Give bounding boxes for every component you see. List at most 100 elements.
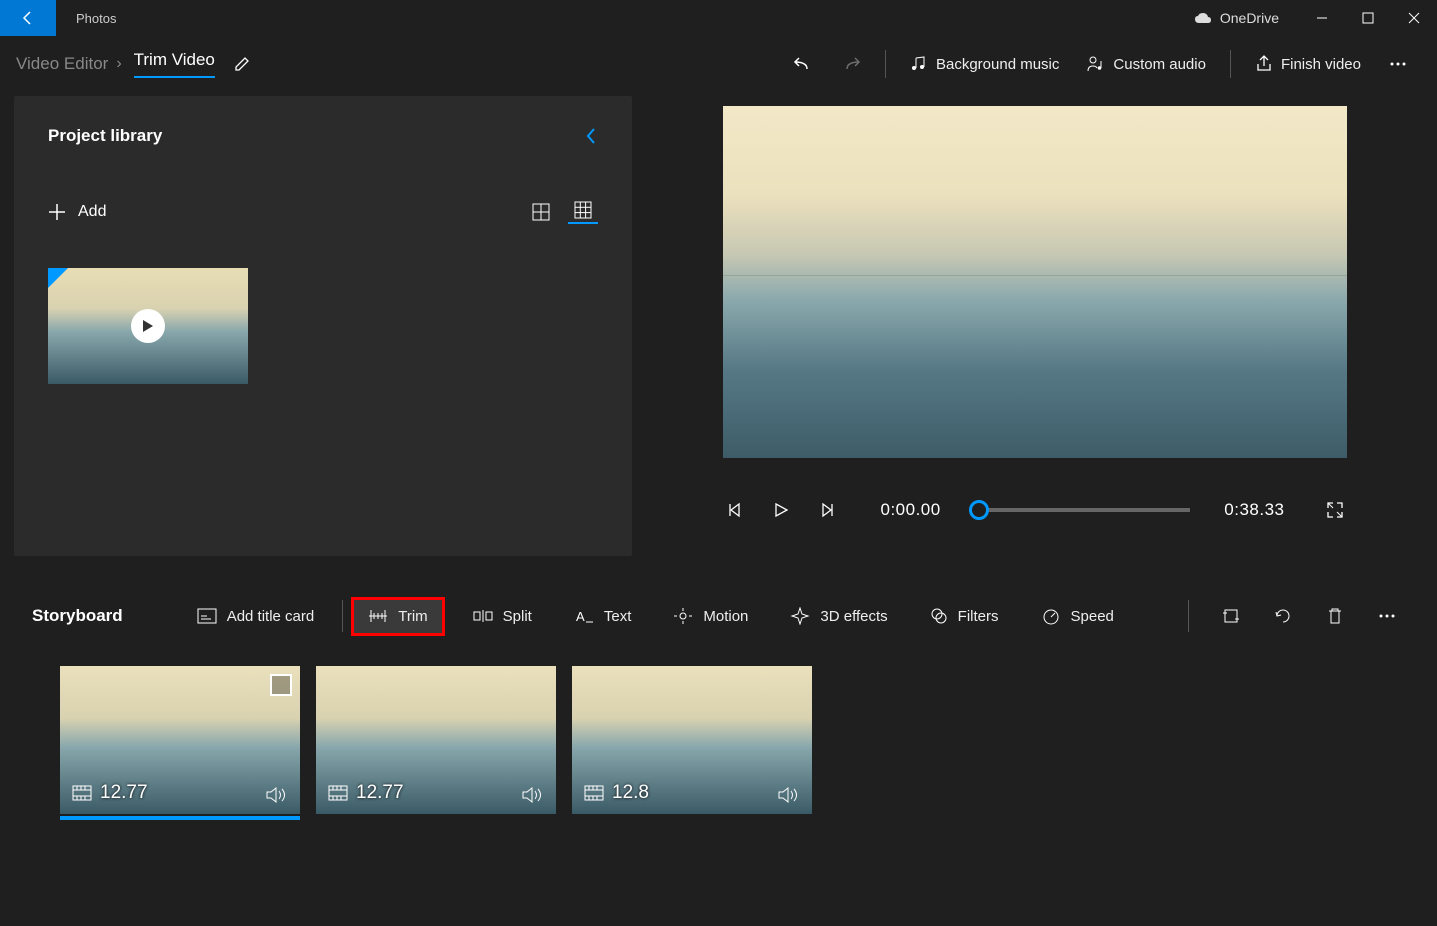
- trash-icon: [1327, 607, 1343, 625]
- undo-icon: [793, 54, 813, 74]
- svg-text:A: A: [576, 609, 585, 624]
- finish-video-button[interactable]: Finish video: [1241, 44, 1375, 84]
- clip-duration: 12.77: [328, 782, 404, 804]
- add-title-card-button[interactable]: Add title card: [183, 600, 329, 633]
- split-icon: [473, 608, 493, 624]
- split-button[interactable]: Split: [459, 600, 546, 633]
- app-title: Photos: [76, 11, 116, 26]
- current-time: 0:00.00: [881, 500, 941, 520]
- clip-select-box[interactable]: [270, 674, 292, 696]
- back-button[interactable]: [0, 0, 56, 36]
- speed-icon: [1041, 607, 1061, 625]
- motion-icon: [673, 607, 693, 625]
- breadcrumb-current[interactable]: Trim Video: [134, 50, 215, 78]
- custom-audio-label: Custom audio: [1113, 56, 1206, 73]
- ellipsis-icon: [1378, 613, 1396, 619]
- volume-icon: [778, 786, 800, 804]
- seek-bar[interactable]: [975, 508, 1191, 512]
- grid-large-icon: [532, 203, 550, 221]
- clip-volume-button[interactable]: [266, 786, 288, 804]
- finish-video-label: Finish video: [1281, 56, 1361, 73]
- storyboard-clip[interactable]: 12.77: [60, 666, 300, 814]
- storyboard-more-button[interactable]: [1369, 598, 1405, 634]
- clip-duration: 12.77: [72, 782, 148, 804]
- background-music-label: Background music: [936, 56, 1059, 73]
- next-frame-button[interactable]: [815, 498, 839, 522]
- total-time: 0:38.33: [1224, 500, 1284, 520]
- skip-forward-icon: [819, 502, 835, 518]
- rotate-icon: [1274, 607, 1292, 625]
- title-bar: Photos OneDrive: [0, 0, 1437, 36]
- plus-icon: [48, 203, 66, 221]
- filters-icon: [930, 607, 948, 625]
- play-button[interactable]: [769, 498, 793, 522]
- undo-button[interactable]: [779, 44, 827, 84]
- chevron-left-icon: [584, 127, 598, 145]
- film-icon: [584, 785, 604, 801]
- text-icon: A: [574, 608, 594, 624]
- grid-small-icon: [574, 201, 592, 219]
- prev-frame-button[interactable]: [723, 498, 747, 522]
- rotate-button[interactable]: [1265, 598, 1301, 634]
- storyboard-clip[interactable]: 12.8: [572, 666, 812, 814]
- storyboard-clips: 12.77 12.77 12.8: [0, 648, 1437, 832]
- text-button[interactable]: A Text: [560, 600, 646, 633]
- export-icon: [1255, 55, 1273, 73]
- delete-button[interactable]: [1317, 598, 1353, 634]
- add-media-button[interactable]: Add: [48, 203, 106, 221]
- storyboard-toolbar: Storyboard Add title card Trim Split A T…: [0, 584, 1437, 648]
- preview-area: 0:00.00 0:38.33: [632, 96, 1437, 556]
- cloud-icon: [1194, 12, 1212, 24]
- seek-knob[interactable]: [969, 500, 989, 520]
- sparkle-icon: [790, 607, 810, 625]
- collapse-library-button[interactable]: [584, 127, 598, 145]
- film-icon: [328, 785, 348, 801]
- skip-back-icon: [727, 502, 743, 518]
- trim-icon: [368, 608, 388, 624]
- resize-button[interactable]: [1213, 598, 1249, 634]
- 3d-effects-button[interactable]: 3D effects: [776, 599, 901, 633]
- custom-audio-button[interactable]: Custom audio: [1073, 44, 1220, 84]
- clip-volume-button[interactable]: [522, 786, 544, 804]
- chevron-right-icon: ›: [116, 55, 121, 73]
- background-music-button[interactable]: Background music: [896, 44, 1073, 84]
- close-button[interactable]: [1391, 0, 1437, 36]
- pencil-icon: [233, 55, 251, 73]
- breadcrumb-root[interactable]: Video Editor: [16, 54, 108, 74]
- play-icon: [773, 502, 789, 518]
- person-music-icon: [1087, 55, 1105, 73]
- more-button[interactable]: [1375, 44, 1421, 84]
- trim-button[interactable]: Trim: [351, 597, 444, 636]
- title-card-icon: [197, 608, 217, 624]
- fullscreen-icon: [1326, 501, 1344, 519]
- minimize-button[interactable]: [1299, 0, 1345, 36]
- play-overlay-icon: [131, 309, 165, 343]
- speed-button[interactable]: Speed: [1027, 599, 1128, 633]
- storyboard-clip[interactable]: 12.77: [316, 666, 556, 814]
- ellipsis-icon: [1389, 61, 1407, 67]
- motion-button[interactable]: Motion: [659, 599, 762, 633]
- project-library-panel: Project library Add: [14, 96, 632, 556]
- film-icon: [72, 785, 92, 801]
- redo-button[interactable]: [827, 44, 875, 84]
- view-small-button[interactable]: [568, 200, 598, 224]
- filters-button[interactable]: Filters: [916, 599, 1013, 633]
- video-preview[interactable]: [723, 106, 1347, 458]
- video-corner-icon: [48, 268, 68, 288]
- redo-icon: [841, 54, 861, 74]
- storyboard-title: Storyboard: [32, 606, 123, 626]
- edit-name-button[interactable]: [233, 55, 251, 73]
- view-large-button[interactable]: [526, 200, 556, 224]
- fullscreen-button[interactable]: [1323, 498, 1347, 522]
- clip-volume-button[interactable]: [778, 786, 800, 804]
- volume-icon: [266, 786, 288, 804]
- add-label: Add: [78, 203, 106, 221]
- clip-duration: 12.8: [584, 782, 649, 804]
- library-title: Project library: [48, 126, 162, 146]
- arrow-left-icon: [20, 10, 36, 26]
- maximize-button[interactable]: [1345, 0, 1391, 36]
- crop-icon: [1222, 607, 1240, 625]
- top-bar: Video Editor › Trim Video Background mus…: [0, 36, 1437, 92]
- library-item[interactable]: [48, 268, 248, 384]
- onedrive-indicator[interactable]: OneDrive: [1194, 10, 1279, 26]
